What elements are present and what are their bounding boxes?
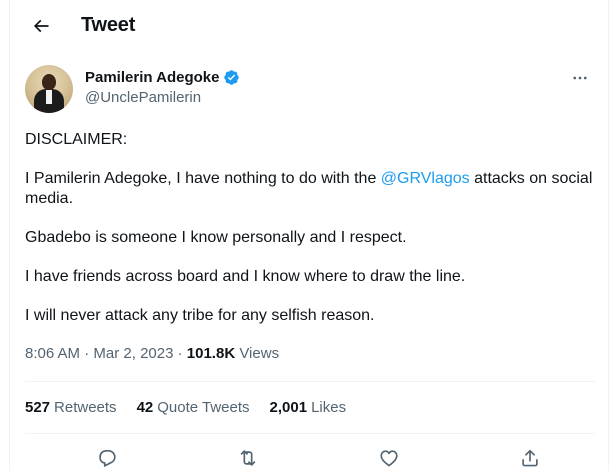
tweet-paragraph: Gbadebo is someone I know personally and… [25, 229, 407, 246]
tweet-date[interactable]: Mar 2, 2023 [93, 345, 173, 362]
share-icon [522, 449, 538, 467]
retweets-label: Retweets [54, 399, 117, 416]
quotes-count: 42 [136, 399, 154, 416]
likes-stat[interactable]: 2,001 Likes [270, 399, 347, 416]
likes-count: 2,001 [269, 399, 308, 416]
retweets-count: 527 [25, 399, 51, 416]
mention-link[interactable]: @GRVlagos [381, 170, 470, 187]
retweets-stat[interactable]: 527 Retweets [25, 399, 117, 416]
more-options-button[interactable] [566, 66, 594, 90]
tweet-detail-panel: Tweet Pamilerin Adegoke @UnclePamilerin … [9, 0, 609, 471]
views-count: 101.8K [186, 345, 236, 362]
retweet-button[interactable] [231, 441, 265, 475]
quotes-stat[interactable]: 42 Quote Tweets [137, 399, 250, 416]
tweet-text-segment: I Pamilerin Adegoke, I have nothing to d… [25, 170, 381, 187]
heart-icon [380, 450, 398, 467]
like-button[interactable] [372, 441, 406, 475]
likes-label: Likes [311, 399, 347, 416]
author-handle[interactable]: @UnclePamilerin [85, 89, 201, 106]
meta-separator: · [84, 345, 90, 362]
quotes-label: Quote Tweets [157, 399, 250, 416]
tweet-paragraph: DISCLAIMER: [25, 131, 128, 148]
views-label: Views [239, 345, 280, 362]
divider [25, 381, 595, 382]
tweet-time[interactable]: 8:06 AM [25, 345, 80, 362]
tweet-paragraph: I Pamilerin Adegoke, I have nothing to d… [25, 169, 595, 209]
verified-badge-icon [223, 70, 239, 85]
reply-button[interactable] [90, 441, 124, 475]
author-name-row[interactable]: Pamilerin Adegoke [85, 69, 240, 86]
retweet-icon [240, 450, 256, 466]
arrow-left-icon [33, 19, 49, 33]
tweet-stats: 527 Retweets 42 Quote Tweets 2,001 Likes [25, 399, 346, 416]
tweet-text: DISCLAIMER: I Pamilerin Adegoke, I have … [25, 130, 595, 345]
tweet-paragraph: I will never attack any tribe for any se… [25, 307, 375, 324]
meta-separator: · [177, 345, 183, 362]
tweet-paragraph: I have friends across board and I know w… [25, 268, 466, 285]
header: Tweet [10, 0, 608, 53]
page-title: Tweet [81, 14, 136, 36]
divider [25, 433, 595, 434]
share-button[interactable] [513, 441, 547, 475]
reply-icon [99, 450, 116, 467]
avatar[interactable] [25, 65, 73, 113]
tweet-meta: 8:06 AM · Mar 2, 2023 · 101.8K Views [25, 345, 279, 362]
author-name[interactable]: Pamilerin Adegoke [85, 69, 220, 86]
back-button[interactable] [24, 9, 58, 43]
action-bar [25, 441, 595, 471]
more-horizontal-icon [573, 76, 587, 80]
